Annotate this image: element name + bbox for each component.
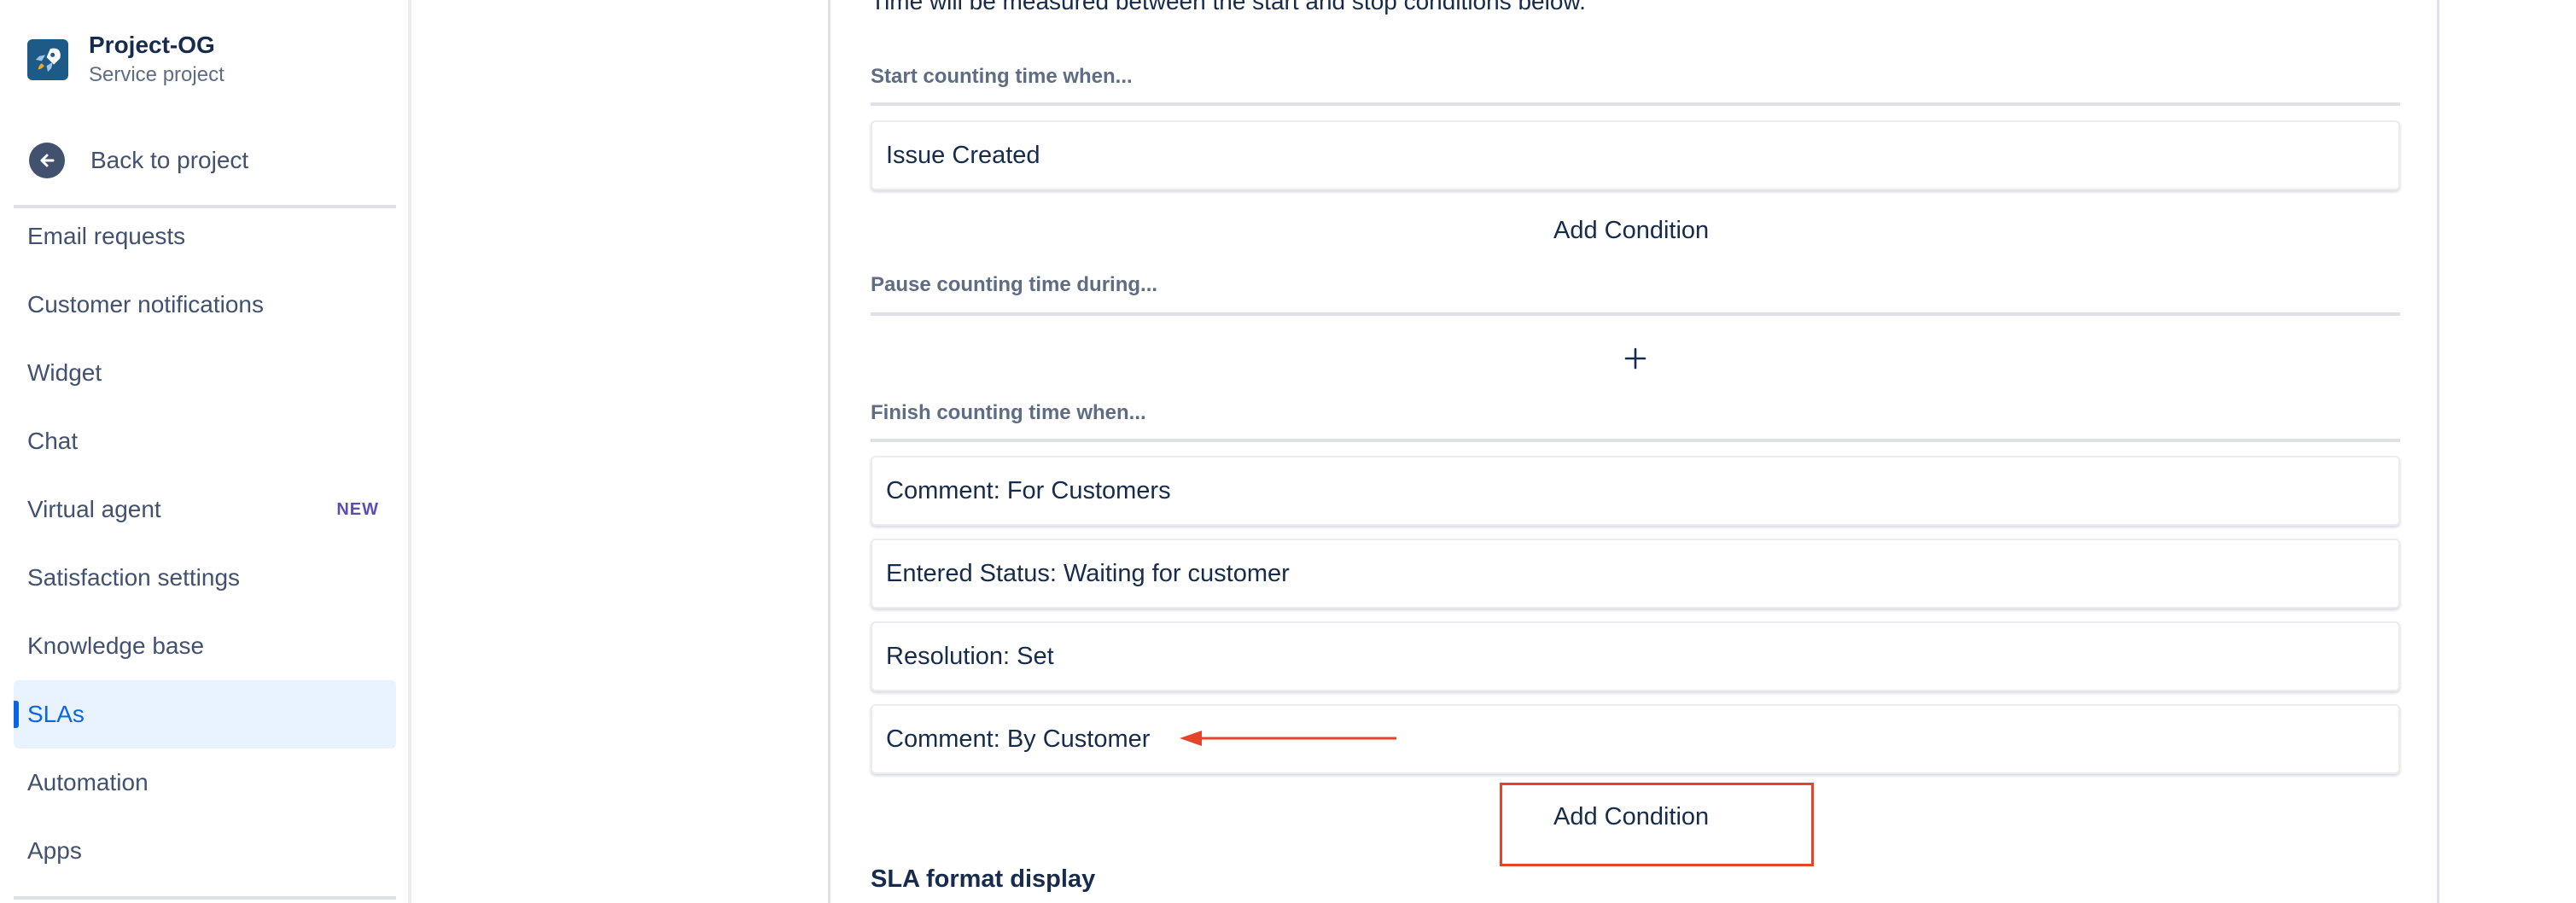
project-type: Service project: [89, 63, 224, 86]
sidebar-item-chat[interactable]: Chat: [14, 407, 396, 475]
annotation-highlight-box: [1500, 783, 1814, 866]
back-to-project-link[interactable]: Back to project: [14, 128, 396, 193]
add-start-condition-button[interactable]: Add Condition: [1553, 217, 1709, 245]
finish-condition-resolution-set[interactable]: Resolution: Set: [871, 621, 2400, 691]
pause-section-label: Pause counting time during...: [871, 273, 1158, 296]
start-section-label: Start counting time when...: [871, 65, 1133, 88]
sidebar-divider: [14, 896, 396, 900]
sidebar-item-automation[interactable]: Automation: [14, 749, 396, 817]
sidebar-item-knowledge-base[interactable]: Knowledge base: [14, 612, 396, 680]
sidebar-item-label: Widget: [27, 359, 102, 386]
arrow-left-icon: [29, 143, 65, 178]
finish-condition-entered-status[interactable]: Entered Status: Waiting for customer: [871, 539, 2400, 609]
new-badge: NEW: [336, 499, 379, 519]
finish-condition-comment-by-customer[interactable]: Comment: By Customer: [871, 704, 2400, 774]
app-window: Project-OG Service project Back to proje…: [0, 0, 2576, 903]
sidebar-item-label: Apps: [27, 837, 82, 864]
project-name: Project-OG: [89, 32, 215, 58]
sidebar-item-label: SLAs: [27, 701, 85, 727]
sidebar-item-label: Knowledge base: [27, 632, 205, 659]
rocket-icon: [27, 39, 68, 80]
sidebar-item-slas[interactable]: SLAs: [14, 680, 396, 749]
section-divider: [871, 312, 2400, 316]
condition-label: Entered Status: Waiting for customer: [886, 559, 1290, 587]
sidebar-item-virtual-agent[interactable]: Virtual agent NEW: [14, 475, 396, 544]
start-condition-issue-created[interactable]: Issue Created: [871, 120, 2400, 190]
condition-label: Resolution: Set: [886, 642, 1054, 670]
sidebar-item-satisfaction-settings[interactable]: Satisfaction settings: [14, 544, 396, 612]
section-divider: [871, 439, 2400, 442]
back-to-project-label: Back to project: [90, 147, 249, 173]
sidebar-item-label: Email requests: [27, 223, 186, 249]
condition-label: Comment: For Customers: [886, 476, 1171, 504]
sidebar-item-email-requests[interactable]: Email requests: [14, 202, 396, 271]
project-header[interactable]: Project-OG Service project: [27, 26, 224, 94]
intro-text: Time will be measured between the start …: [871, 0, 1586, 15]
sidebar-item-customer-notifications[interactable]: Customer notifications: [14, 271, 396, 339]
sidebar-item-apps[interactable]: Apps: [14, 817, 396, 885]
annotation-arrow-icon: [1180, 731, 1396, 746]
sidebar-item-label: Automation: [27, 769, 149, 795]
condition-label: Comment: By Customer: [886, 725, 1151, 753]
finish-section-label: Finish counting time when...: [871, 401, 1146, 424]
finish-condition-comment-for-customers[interactable]: Comment: For Customers: [871, 456, 2400, 526]
sidebar-item-label: Virtual agent: [27, 496, 161, 522]
condition-label: Issue Created: [886, 141, 1040, 169]
sidebar-item-label: Customer notifications: [27, 291, 265, 318]
plus-icon: [1624, 347, 1646, 370]
add-pause-condition-button[interactable]: [1618, 341, 1652, 376]
sidebar-item-widget[interactable]: Widget: [14, 339, 396, 407]
project-sidebar: Project-OG Service project Back to proje…: [0, 0, 411, 903]
sidebar-item-label: Satisfaction settings: [27, 564, 241, 591]
sidebar-item-label: Chat: [27, 428, 79, 454]
project-title-block: Project-OG Service project: [89, 30, 224, 90]
sla-format-display-heading: SLA format display: [871, 865, 1096, 893]
section-divider: [871, 102, 2400, 106]
